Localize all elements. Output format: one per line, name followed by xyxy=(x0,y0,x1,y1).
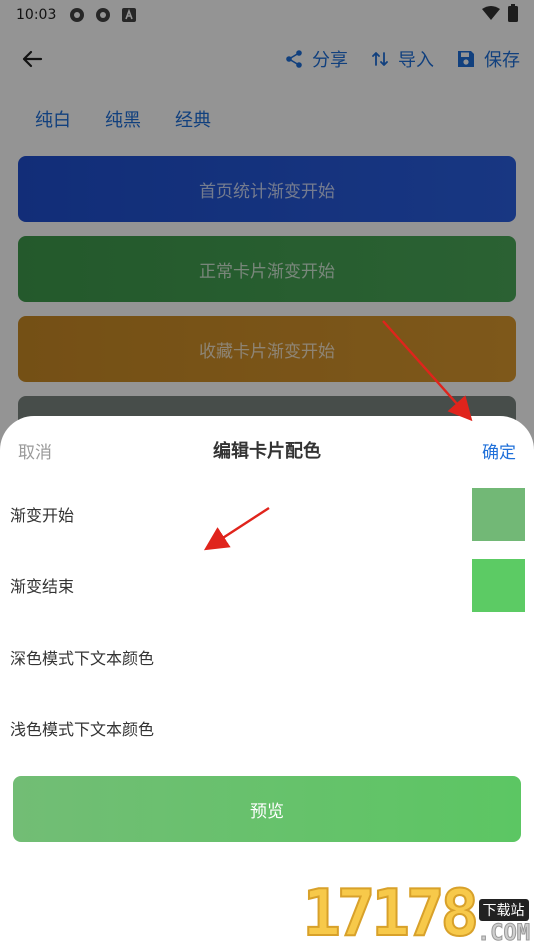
row-light-text-color[interactable]: 浅色模式下文本颜色 xyxy=(0,701,534,755)
row-dark-text-color[interactable]: 深色模式下文本颜色 xyxy=(0,630,534,684)
row-label: 渐变结束 xyxy=(10,577,75,596)
preview-button[interactable]: 预览 xyxy=(13,776,521,842)
sheet-title: 编辑卡片配色 xyxy=(213,441,321,462)
row-gradient-end[interactable]: 渐变结束 xyxy=(0,558,534,612)
color-swatch-start[interactable] xyxy=(472,487,525,541)
watermark-tag: 下载站 xyxy=(478,899,529,921)
watermark-suffix: .COM xyxy=(477,921,531,947)
cancel-button[interactable]: 取消 xyxy=(18,438,52,463)
watermark-number: 17178 xyxy=(301,877,480,950)
site-watermark: 17178 下载站 .COM xyxy=(301,877,531,950)
row-label: 渐变开始 xyxy=(10,506,75,525)
color-swatch-end[interactable] xyxy=(472,558,525,612)
app-root: 10:03 分享 导入 保存 纯白 纯黑 经典 首页统计渐变开始 正常卡片渐变开… xyxy=(0,0,534,950)
row-gradient-start[interactable]: 渐变开始 xyxy=(0,487,534,541)
row-label: 浅色模式下文本颜色 xyxy=(10,720,155,739)
confirm-button[interactable]: 确定 xyxy=(482,438,516,463)
watermark-side: 下载站 .COM xyxy=(477,899,531,947)
edit-color-sheet: 取消 编辑卡片配色 确定 渐变开始 渐变结束 深色模式下文本颜色 浅色模式下文本… xyxy=(0,416,534,950)
preview-label: 预览 xyxy=(250,801,284,822)
row-label: 深色模式下文本颜色 xyxy=(10,649,155,668)
sheet-header: 取消 编辑卡片配色 确定 xyxy=(0,432,534,468)
